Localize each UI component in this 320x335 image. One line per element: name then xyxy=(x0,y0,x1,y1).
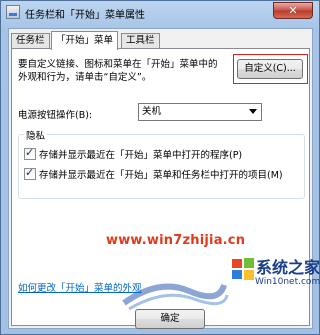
description-line-2: 外观和行为，请单击“自定义”。 xyxy=(18,72,152,83)
power-action-select[interactable]: 关机 xyxy=(138,103,262,121)
recent-items-checkbox-row[interactable]: ✓ 存储并显示最近在「开始」菜单和任务栏中打开的项目(M) xyxy=(24,166,283,181)
properties-window: 任务栏和「开始」菜单属性 ✕ 任务栏 「开始」菜单 工具栏 要自定义链接、图标和… xyxy=(0,0,320,335)
power-action-value: 关机 xyxy=(142,106,162,117)
recent-programs-checkbox[interactable]: ✓ xyxy=(24,146,36,160)
windows-logo-icon xyxy=(232,258,254,280)
tab-start-menu[interactable]: 「开始」菜单 xyxy=(51,31,119,50)
window-title: 任务栏和「开始」菜单属性 xyxy=(25,10,145,21)
checkmark-icon: ✓ xyxy=(25,166,35,179)
chevron-down-icon xyxy=(249,109,257,114)
checkmark-icon: ✓ xyxy=(25,146,35,159)
watermark-logo-sub: Win10net.com xyxy=(255,277,320,287)
watermark-swoosh xyxy=(122,283,229,311)
ok-button[interactable]: 确定 xyxy=(135,309,205,329)
watermark-url: www.win7zhijia.cn xyxy=(106,233,246,248)
tab-taskbar[interactable]: 任务栏 xyxy=(11,33,50,49)
tab-toolbars[interactable]: 工具栏 xyxy=(121,33,160,49)
power-button-label: 电源按钮操作(B): xyxy=(18,110,93,121)
close-button[interactable]: ✕ xyxy=(273,2,313,19)
customize-description: 要自定义链接、图标和菜单在「开始」菜单中的 外观和行为，请单击“自定义”。 xyxy=(18,58,218,84)
recent-programs-checkbox-row[interactable]: ✓ 存储并显示最近在「开始」菜单中打开的程序(P) xyxy=(24,146,243,161)
watermark-logo-text: 系统之家 xyxy=(256,258,320,277)
privacy-group: 隐私 ✓ 存储并显示最近在「开始」菜单中打开的程序(P) ✓ 存储并显示最近在「开始… xyxy=(18,128,305,199)
privacy-group-title: 隐私 xyxy=(24,128,48,142)
recent-items-checkbox[interactable]: ✓ xyxy=(24,166,36,180)
recent-items-label: 存储并显示最近在「开始」菜单和任务栏中打开的项目(M) xyxy=(39,170,283,181)
taskbar-properties-icon xyxy=(6,5,20,19)
title-bar: 任务栏和「开始」菜单属性 ✕ xyxy=(1,1,319,23)
description-line-1: 要自定义链接、图标和菜单在「开始」菜单中的 xyxy=(18,59,218,70)
recent-programs-label: 存储并显示最近在「开始」菜单中打开的程序(P) xyxy=(39,150,243,161)
customize-button[interactable]: 自定义(C)... xyxy=(237,59,303,79)
